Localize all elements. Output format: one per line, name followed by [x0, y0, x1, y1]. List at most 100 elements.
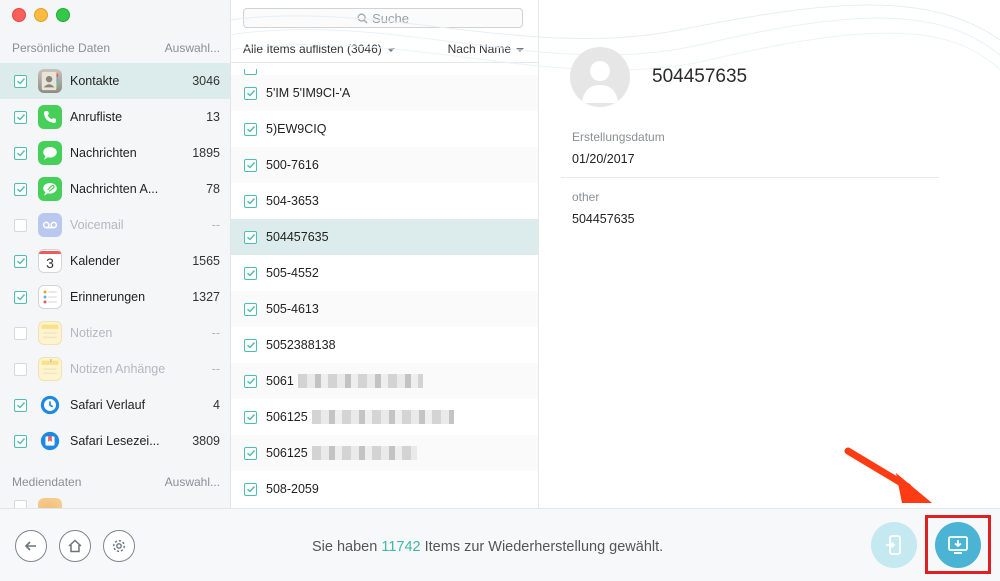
- checkbox[interactable]: [14, 254, 27, 268]
- checkbox[interactable]: [244, 302, 257, 316]
- home-button[interactable]: [59, 530, 91, 562]
- sidebar-item-label: Safari Lesezei...: [70, 434, 160, 448]
- checkbox[interactable]: [244, 338, 257, 352]
- status-suffix: Items zur Wiederherstellung gewählt.: [420, 539, 664, 555]
- list-item[interactable]: 506125: [231, 435, 538, 471]
- sidebar-item-notes[interactable]: Notizen --: [0, 315, 230, 351]
- list-item[interactable]: 505-4552: [231, 255, 538, 291]
- checkbox[interactable]: [14, 398, 27, 412]
- sidebar-item-count: 1565: [192, 254, 220, 268]
- list-item-label: 504457635: [266, 230, 329, 244]
- sort-dropdown[interactable]: Nach Name: [448, 42, 524, 56]
- list-item-label: 5061: [266, 374, 294, 388]
- search-field[interactable]: Suche: [243, 8, 523, 28]
- minimize-window-button[interactable]: [34, 8, 48, 22]
- sidebar-item-safari-history[interactable]: Safari Verlauf 4: [0, 387, 230, 423]
- checkbox[interactable]: [244, 194, 257, 208]
- other-label: other: [572, 190, 600, 204]
- recover-to-device-button[interactable]: [871, 522, 917, 568]
- item-list: 5'IM 5'IM9CI-'A 5)EW9CIQ 500-7616 504-36…: [231, 62, 538, 508]
- checkbox[interactable]: [14, 326, 27, 340]
- checkbox[interactable]: [14, 218, 27, 232]
- checkbox[interactable]: [244, 266, 257, 280]
- sidebar-item-safari-bookmarks[interactable]: Safari Lesezei... 3809: [0, 423, 230, 459]
- red-arrow-annotation: [844, 447, 932, 503]
- notes-icon: [38, 321, 62, 345]
- checkbox[interactable]: [244, 410, 257, 424]
- sidebar-item-message-attachments[interactable]: Nachrichten A... 78: [0, 171, 230, 207]
- detail-panel: 504457635 Erstellungsdatum 01/20/2017 ot…: [229, 0, 1000, 508]
- sidebar-item-contacts[interactable]: Kontakte 3046: [0, 63, 230, 99]
- checkbox[interactable]: [244, 122, 257, 136]
- sidebar-item-calendar[interactable]: 3 Kalender 1565: [0, 243, 230, 279]
- close-window-button[interactable]: [12, 8, 26, 22]
- sidebar-item-label: Nachrichten: [70, 146, 137, 160]
- search-icon: [357, 13, 368, 24]
- sidebar-item-reminders[interactable]: Erinnerungen 1327: [0, 279, 230, 315]
- safari-bookmarks-icon: [38, 429, 62, 453]
- list-filter-label: Alle Items auflisten (3046): [243, 42, 382, 56]
- checkbox[interactable]: [244, 230, 257, 244]
- sidebar-item-label: Kontakte: [70, 74, 120, 88]
- checkbox[interactable]: [14, 434, 27, 448]
- media-data-select-link[interactable]: Auswahl...: [165, 475, 220, 489]
- list-item[interactable]: 508-2059: [231, 471, 538, 507]
- list-item[interactable]: 5)EW9CIQ: [231, 111, 538, 147]
- list-item[interactable]: [231, 63, 538, 75]
- checkbox[interactable]: [14, 362, 27, 376]
- list-item-label: 504-3653: [266, 194, 319, 208]
- list-item[interactable]: 5052388138: [231, 327, 538, 363]
- safari-history-icon: [38, 393, 62, 417]
- sidebar-item-count: --: [211, 362, 220, 376]
- other-value: 504457635: [572, 212, 635, 226]
- list-filter-dropdown[interactable]: Alle Items auflisten (3046): [243, 42, 395, 56]
- reminders-icon: [38, 285, 62, 309]
- sidebar-item-label: Notizen: [70, 326, 113, 340]
- list-item-selected[interactable]: 504457635: [231, 219, 538, 255]
- sidebar-item-count: 4: [213, 398, 220, 412]
- checkbox[interactable]: [14, 500, 27, 508]
- checkbox[interactable]: [14, 110, 27, 124]
- list-item[interactable]: 504-3653: [231, 183, 538, 219]
- settings-button[interactable]: [103, 530, 135, 562]
- voicemail-icon: [38, 213, 62, 237]
- sidebar-item-count: 1327: [192, 290, 220, 304]
- app-window: Persönliche Daten Auswahl... Kontakte 30…: [0, 0, 1000, 581]
- back-button[interactable]: [15, 530, 47, 562]
- sidebar-item-notes-attachments[interactable]: Notizen Anhänge --: [0, 351, 230, 387]
- window-controls: [12, 8, 70, 22]
- sort-label: Nach Name: [447, 42, 511, 56]
- search-placeholder: Suche: [372, 10, 409, 26]
- checkbox[interactable]: [14, 146, 27, 160]
- checkbox[interactable]: [244, 69, 257, 75]
- checkbox[interactable]: [14, 74, 27, 88]
- sidebar-item-count: 1895: [192, 146, 220, 160]
- list-item[interactable]: 5'IM 5'IM9CI-'A: [231, 75, 538, 111]
- sidebar-item-count: --: [211, 326, 220, 340]
- zoom-window-button[interactable]: [56, 8, 70, 22]
- list-item[interactable]: 506125: [231, 399, 538, 435]
- checkbox[interactable]: [244, 86, 257, 100]
- checkbox[interactable]: [14, 290, 27, 304]
- list-item-label: 5)EW9CIQ: [266, 122, 327, 136]
- sidebar-item-call-history[interactable]: Anrufliste 13: [0, 99, 230, 135]
- bottom-bar: Sie haben 11742 Items zur Wiederherstell…: [0, 508, 1000, 581]
- person-icon: [582, 61, 618, 103]
- contact-name: 504457635: [652, 66, 748, 87]
- checkbox[interactable]: [244, 446, 257, 460]
- phone-icon: [38, 105, 62, 129]
- list-item-label: 508-2059: [266, 482, 319, 496]
- sidebar-item-messages[interactable]: Nachrichten 1895: [0, 135, 230, 171]
- personal-data-select-link[interactable]: Auswahl...: [165, 41, 220, 55]
- checkbox[interactable]: [244, 374, 257, 388]
- checkbox[interactable]: [244, 158, 257, 172]
- sidebar-item-count: --: [211, 218, 220, 232]
- checkbox[interactable]: [14, 182, 27, 196]
- list-item[interactable]: 5061: [231, 363, 538, 399]
- sidebar-item-label: Erinnerungen: [70, 290, 146, 304]
- checkbox[interactable]: [244, 482, 257, 496]
- list-item[interactable]: 500-7616: [231, 147, 538, 183]
- list-item[interactable]: 505-4613: [231, 291, 538, 327]
- notes-attachment-icon: [38, 357, 62, 381]
- sidebar-item-voicemail[interactable]: Voicemail --: [0, 207, 230, 243]
